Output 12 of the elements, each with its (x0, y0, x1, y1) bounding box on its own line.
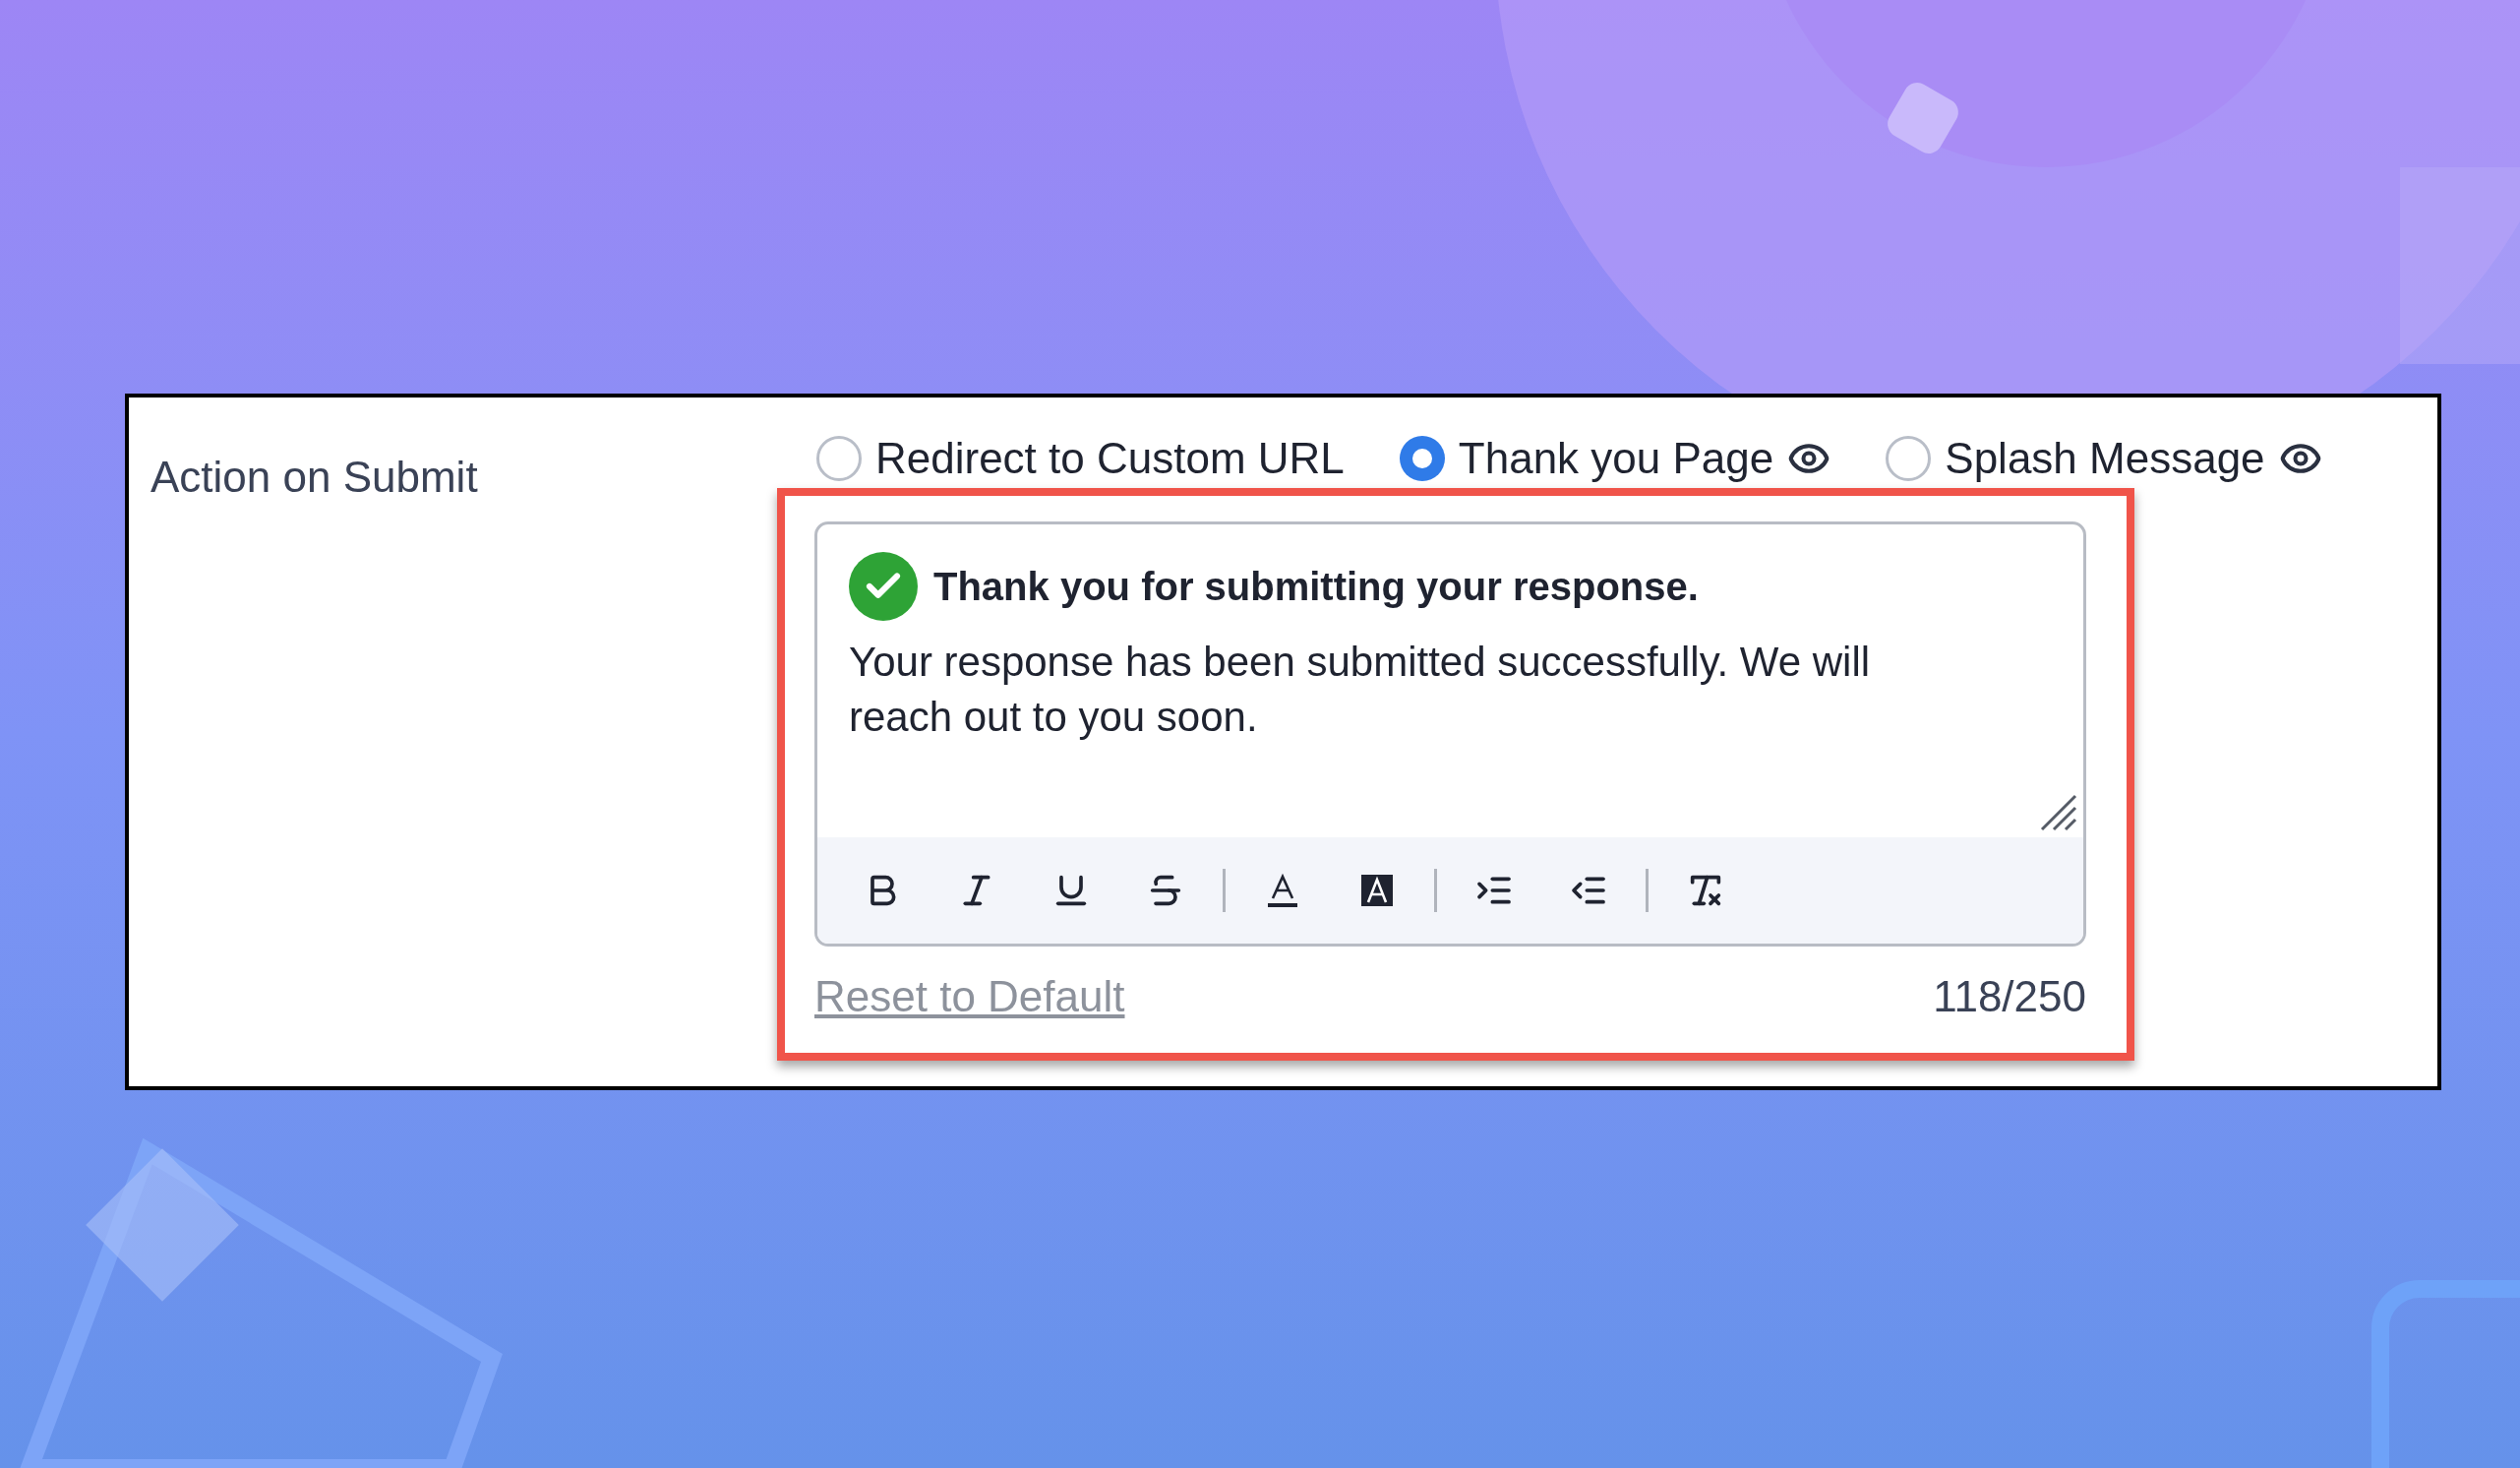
resize-handle-icon[interactable] (2038, 792, 2077, 831)
radio-label[interactable]: Thank you Page (1458, 426, 1774, 491)
field-label: Action on Submit (150, 453, 478, 501)
radio-button[interactable] (816, 436, 862, 481)
message-title: Thank you for submitting your response. (933, 564, 1699, 610)
character-count: 118/250 (1933, 971, 2086, 1022)
message-body: Your response has been submitted successfully. We will reach out to you soon. (849, 638, 1872, 742)
radio-label[interactable]: Redirect to Custom URL (875, 426, 1345, 491)
radio-button[interactable] (1886, 436, 1932, 481)
radio-label[interactable]: Splash Message (1945, 426, 2265, 491)
message-editor[interactable]: Thank you for submitting your response. Your response has been submitted successfully. We will reach out to you soon. (814, 521, 2086, 947)
radio-button[interactable] (1399, 436, 1445, 481)
